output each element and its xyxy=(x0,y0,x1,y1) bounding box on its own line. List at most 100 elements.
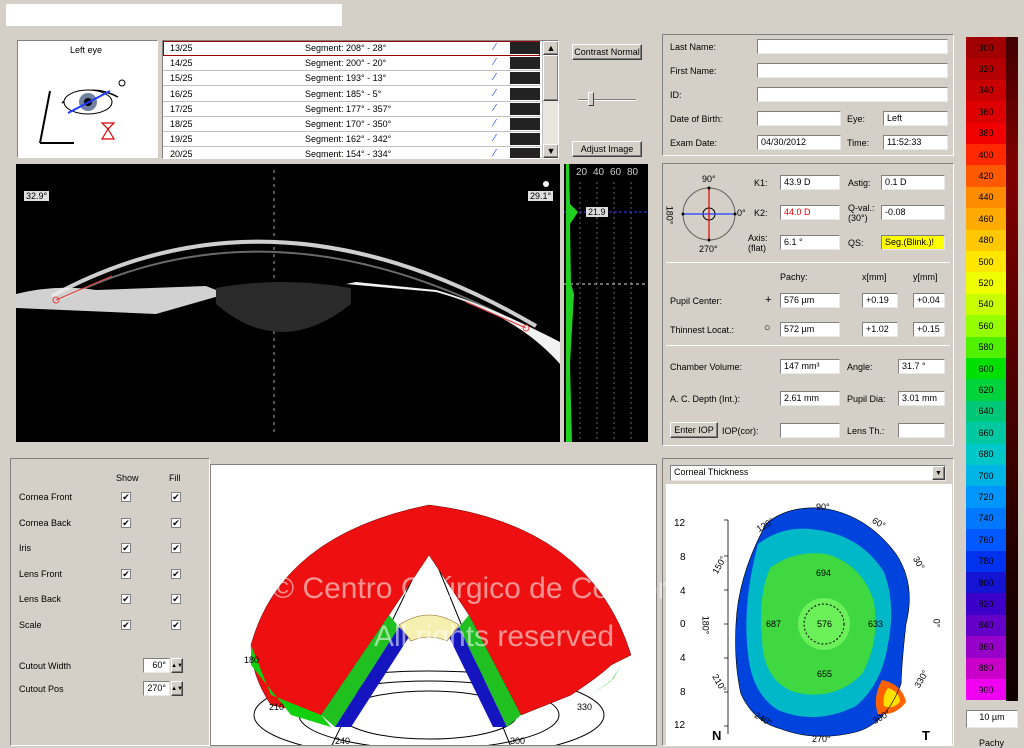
scroll-down-button[interactable]: ▼ xyxy=(543,144,558,158)
segment-row[interactable]: 16/25 Segment: 185° - 5° ⁄ xyxy=(163,87,540,102)
segment-angle: Segment: 170° - 350° xyxy=(305,119,392,129)
segment-thumbnail xyxy=(510,148,540,158)
thinnest-label: Thinnest Locat.: xyxy=(670,325,735,335)
qval-label: Q-val.: xyxy=(848,203,875,213)
fill-checkbox[interactable]: ✔ xyxy=(171,492,181,502)
dob-field[interactable] xyxy=(757,111,841,126)
first-name-field[interactable] xyxy=(757,63,948,78)
exam-date-label: Exam Date: xyxy=(670,138,718,148)
astig-field: 0.1 D xyxy=(881,175,945,190)
map-y-tick: 0 xyxy=(680,619,686,630)
segment-thumbnail xyxy=(510,102,540,115)
fill-checkbox[interactable]: ✔ xyxy=(171,517,181,528)
scale-cell: 780 xyxy=(966,550,1006,572)
cutout-pos-spinner[interactable]: ▲▼ xyxy=(171,681,183,696)
cutout-width-spinner[interactable]: ▲▼ xyxy=(171,658,183,673)
scale-step-field[interactable]: 10 µm xyxy=(966,710,1018,728)
show-checkbox[interactable]: ✔ xyxy=(121,543,131,554)
nasal-label: N xyxy=(712,728,722,743)
layer-label: Lens Back xyxy=(19,594,62,605)
segment-row[interactable]: 15/25 Segment: 193° - 13° ⁄ xyxy=(163,71,540,87)
scale-cell: 400 xyxy=(966,144,1006,166)
pupil-center-icon: + xyxy=(765,294,772,306)
model-tick-210: 210 xyxy=(269,702,285,712)
enter-iop-button[interactable]: Enter IOP xyxy=(670,422,718,438)
scroll-up-button[interactable]: ▲ xyxy=(543,41,558,55)
axis-field: 6.1 ° xyxy=(780,235,840,250)
segment-index: 19/25 xyxy=(170,134,193,145)
map-y-tick: 8 xyxy=(680,687,686,698)
fill-checkbox[interactable]: ✔ xyxy=(171,543,181,554)
scale-cell: 800 xyxy=(966,572,1006,594)
cutout-width-field[interactable]: 60° xyxy=(143,658,170,673)
segment-thumbnail xyxy=(510,118,540,130)
contrast-normal-button[interactable]: Contrast Normal xyxy=(572,44,642,60)
dial-0-label: 0° xyxy=(737,208,746,218)
axis-sub-label: (flat) xyxy=(748,243,766,253)
segment-angle: Segment: 185° - 5° xyxy=(305,88,382,99)
scheimpflug-image[interactable]: 32.9° 29.1° xyxy=(16,164,560,442)
fill-checkbox[interactable]: ✔ xyxy=(171,568,181,579)
scale-cell: 580 xyxy=(966,336,1006,358)
map-type-dropdown[interactable]: Corneal Thickness xyxy=(670,465,946,481)
dropdown-arrow-icon[interactable]: ▼ xyxy=(932,466,945,480)
scale-name-label: Pachy xyxy=(979,738,1005,748)
qs-field: Seg.(Blink.)! xyxy=(881,235,945,250)
id-field[interactable] xyxy=(757,87,948,102)
segment-row[interactable]: 13/25 Segment: 208° - 28° ⁄ xyxy=(163,41,540,56)
contrast-slider[interactable] xyxy=(578,92,636,108)
show-checkbox[interactable]: ✔ xyxy=(121,517,131,528)
segment-angle: Segment: 177° - 357° xyxy=(305,103,392,114)
scale-cell: 600 xyxy=(966,358,1006,380)
k2-label: K2: xyxy=(754,208,768,218)
eye-diagram-panel: Left eye xyxy=(17,40,158,158)
map-value-left: 687 xyxy=(766,619,782,629)
show-checkbox[interactable]: ✔ xyxy=(121,492,131,502)
slider-thumb[interactable] xyxy=(588,92,594,106)
adjust-image-button[interactable]: Adjust Image xyxy=(572,141,642,157)
dial-270-label: 270° xyxy=(699,244,718,254)
scale-cell: 620 xyxy=(966,379,1006,401)
segment-row[interactable]: 20/25 Segment: 154° - 334° ⁄ xyxy=(163,147,540,158)
thinnest-pachy: 572 µm xyxy=(780,322,840,337)
cutout-pos-label: Cutout Pos xyxy=(19,684,64,694)
scroll-thumb[interactable] xyxy=(543,55,558,101)
thinnest-y: +0.15 xyxy=(913,322,945,337)
segment-index: 14/25 xyxy=(170,58,193,69)
scale-cell: 500 xyxy=(966,251,1006,273)
last-name-field[interactable] xyxy=(757,39,948,54)
lens-th-field[interactable] xyxy=(898,423,945,438)
exam-date-field[interactable]: 04/30/2012 xyxy=(757,135,841,150)
cutout-pos-field[interactable]: 270° xyxy=(143,681,170,696)
fill-checkbox[interactable]: ✔ xyxy=(171,594,181,605)
fill-checkbox[interactable]: ✔ xyxy=(171,620,181,630)
segment-row[interactable]: 18/25 Segment: 170° - 350° ⁄ xyxy=(163,117,540,132)
thickness-map[interactable]: 12 8 4 0 4 8 12 90° 60° 30° 0° 330° 300°… xyxy=(666,484,952,746)
time-field[interactable]: 11:52:33 xyxy=(883,135,948,150)
pachy-col-header: Pachy: xyxy=(780,272,808,282)
segment-row[interactable]: 14/25 Segment: 200° - 20° ⁄ xyxy=(163,56,540,72)
segment-row[interactable]: 19/25 Segment: 162° - 342° ⁄ xyxy=(163,132,540,148)
eye-field-label: Eye: xyxy=(847,114,866,124)
iop-field[interactable] xyxy=(780,423,840,438)
show-header: Show xyxy=(116,473,139,483)
axis-dial: 90° 0° 180° 270° xyxy=(664,172,748,254)
title-bar-remnant xyxy=(6,4,342,26)
show-checkbox[interactable]: ✔ xyxy=(121,620,131,630)
show-checkbox[interactable]: ✔ xyxy=(121,594,131,605)
angle-field: 31.7 ° xyxy=(898,359,945,374)
map-angle-90: 90° xyxy=(816,502,830,512)
scale-cell: 420 xyxy=(966,165,1006,187)
segment-row[interactable]: 17/25 Segment: 177° - 357° ⁄ xyxy=(163,102,540,117)
segment-list[interactable]: 13/25 Segment: 208° - 28° ⁄ 14/25 Segment: 2… xyxy=(162,40,559,159)
iop-label: IOP(cor): xyxy=(722,426,759,436)
show-checkbox[interactable]: ✔ xyxy=(121,568,131,579)
segment-index: 15/25 xyxy=(170,73,193,84)
qs-label: QS: xyxy=(848,238,864,248)
ac-depth-field: 2.61 mm xyxy=(780,391,840,406)
segment-thumbnail xyxy=(510,57,540,70)
map-value-top: 694 xyxy=(816,568,832,578)
eye-field[interactable]: Left xyxy=(883,111,948,126)
layer-label: Cornea Front xyxy=(19,492,73,502)
segment-list-scrollbar[interactable]: ▲ ▼ xyxy=(542,41,558,158)
